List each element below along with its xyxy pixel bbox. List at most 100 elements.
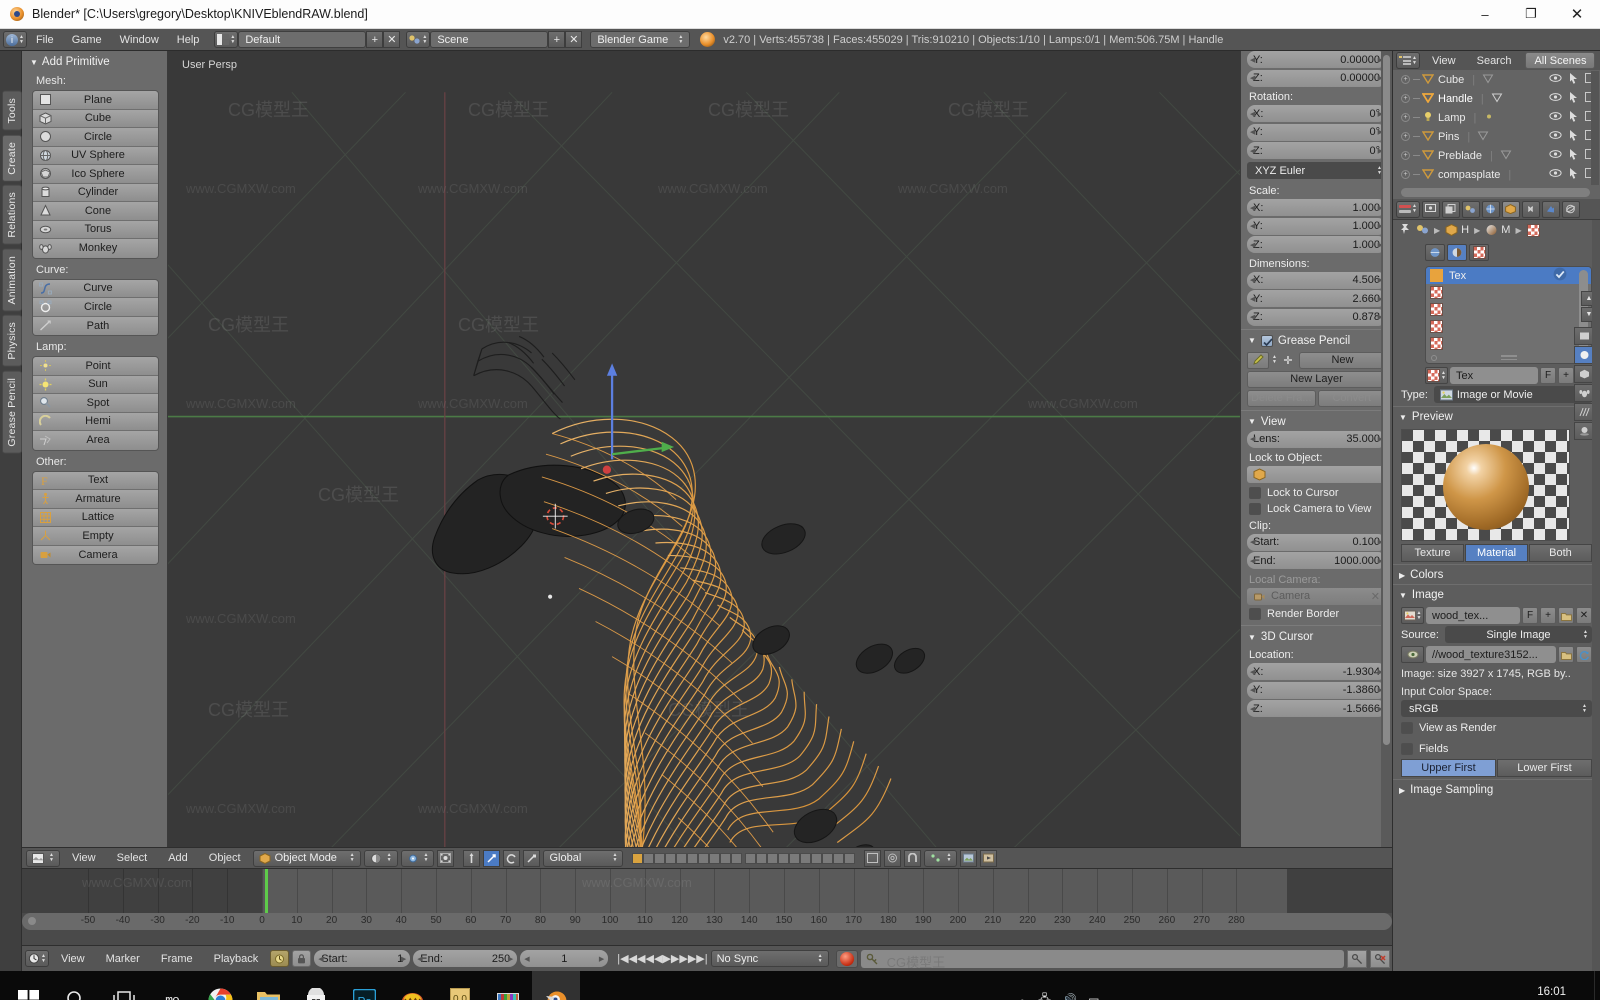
render-border-row[interactable]: Render Border bbox=[1241, 606, 1392, 622]
auto-keyframe-button[interactable] bbox=[835, 949, 858, 968]
tab-world[interactable] bbox=[1481, 200, 1500, 218]
decrement-arrow-icon[interactable]: ◀ bbox=[1250, 276, 1255, 284]
add-uv-sphere-button[interactable]: UV Sphere bbox=[33, 146, 158, 165]
lock-to-cursor-row[interactable]: Lock to Cursor bbox=[1241, 485, 1392, 501]
outliner-view-menu[interactable]: View bbox=[1423, 55, 1465, 67]
pencil-icon[interactable] bbox=[1247, 351, 1269, 369]
new-image-button[interactable]: + bbox=[1540, 607, 1556, 624]
texture-browse-icon[interactable]: ▲ ▼ bbox=[1425, 367, 1448, 384]
colors-section-header[interactable]: ▶ Colors bbox=[1393, 564, 1600, 584]
image-name-field[interactable]: wood_tex... bbox=[1426, 607, 1520, 624]
decrement-arrow-icon[interactable]: ◀ bbox=[1250, 241, 1255, 249]
add-cylinder-button[interactable]: Cylinder bbox=[33, 183, 158, 202]
editor-type-selector-outliner[interactable]: ▲ ▼ bbox=[1396, 52, 1420, 69]
cursor-select-icon[interactable] bbox=[1569, 91, 1578, 106]
layer-button[interactable] bbox=[709, 852, 721, 864]
eye-icon[interactable] bbox=[1549, 92, 1562, 105]
view-as-render-row[interactable]: View as Render bbox=[1393, 720, 1600, 736]
screen-layout-field[interactable]: Default bbox=[238, 31, 367, 48]
increment-arrow-icon[interactable]: ▶ bbox=[401, 955, 406, 963]
outliner-vertical-scrollbar[interactable] bbox=[1591, 71, 1599, 185]
location-z-field[interactable]: ◀ Z: 0.00000 ▶ bbox=[1247, 69, 1386, 87]
outliner-display-mode[interactable]: All Scenes bbox=[1525, 52, 1596, 69]
editor-type-selector-timeline[interactable]: ▲ ▼ bbox=[25, 950, 49, 967]
fields-checkbox[interactable] bbox=[1401, 743, 1413, 755]
add-camera-button[interactable]: Camera bbox=[33, 545, 158, 564]
expand-icon[interactable]: + bbox=[1401, 151, 1410, 160]
manipulator-toggle-icon[interactable] bbox=[463, 849, 481, 867]
expand-icon[interactable]: + bbox=[1401, 132, 1410, 141]
expand-icon[interactable]: + bbox=[1401, 113, 1410, 122]
decrement-arrow-icon[interactable]: ◀ bbox=[1250, 128, 1255, 136]
scene-icon[interactable] bbox=[1416, 223, 1429, 238]
decrement-arrow-icon[interactable]: ◀ bbox=[1250, 435, 1255, 443]
add-lattice-button[interactable]: Lattice bbox=[33, 508, 158, 527]
tab-modifiers[interactable] bbox=[1541, 200, 1560, 218]
layer-button[interactable] bbox=[687, 852, 699, 864]
menu-game[interactable]: Game bbox=[63, 34, 111, 46]
delete-keyframe-button[interactable] bbox=[1370, 949, 1390, 968]
chevron-updown-icon[interactable]: ▲ ▼ bbox=[1272, 355, 1277, 365]
view3d-menu-object[interactable]: Object bbox=[200, 852, 250, 864]
decrement-arrow-icon[interactable]: ◀ bbox=[1250, 110, 1255, 118]
outliner-row-handle[interactable]: + Handle | bbox=[1393, 89, 1600, 108]
layer-button[interactable] bbox=[800, 852, 812, 864]
cursor-select-icon[interactable] bbox=[1569, 72, 1578, 87]
view-as-render-checkbox[interactable] bbox=[1401, 722, 1413, 734]
cursor-z-field[interactable]: ◀ Z: -1.5666 ▶ bbox=[1247, 700, 1386, 717]
add-gp-layer-icon[interactable]: ✛ bbox=[1279, 352, 1297, 369]
increment-arrow-icon[interactable]: ▶ bbox=[508, 955, 513, 963]
maximize-button[interactable]: ❐ bbox=[1508, 0, 1554, 28]
add-area-lamp-button[interactable]: Area bbox=[33, 431, 158, 450]
cursor-select-icon[interactable] bbox=[1569, 110, 1578, 125]
add-cube-button[interactable]: Cube bbox=[33, 109, 158, 128]
manipulator-scale-icon[interactable] bbox=[523, 849, 541, 867]
browse-filepath-button[interactable] bbox=[1558, 646, 1574, 663]
decrement-arrow-icon[interactable]: ◀ bbox=[1250, 313, 1255, 321]
preview-flat-button[interactable] bbox=[1574, 327, 1594, 345]
decrement-arrow-icon[interactable]: ◀ bbox=[1250, 147, 1255, 155]
layer-button[interactable] bbox=[632, 852, 644, 864]
tab-grease-pencil[interactable]: Grease Pencil bbox=[2, 370, 22, 454]
lock-to-object-field[interactable] bbox=[1247, 466, 1386, 483]
texture-slot-row[interactable] bbox=[1426, 335, 1591, 352]
texture-checker-icon[interactable] bbox=[1526, 223, 1540, 237]
timeline-menu-playback[interactable]: Playback bbox=[205, 953, 268, 965]
clip-end-field[interactable]: ◀ End: 1000.000 ▶ bbox=[1247, 552, 1386, 569]
dimension-y-field[interactable]: ◀ Y: 2.660 ▶ bbox=[1247, 290, 1386, 307]
add-text-button[interactable]: F Text bbox=[33, 471, 158, 490]
field-order-upper-first[interactable]: Upper First bbox=[1401, 759, 1496, 777]
image-browse-icon[interactable]: ▲ ▼ bbox=[1401, 607, 1424, 624]
decrement-arrow-icon[interactable]: ◀ bbox=[1250, 538, 1255, 546]
snap-magnet-icon[interactable] bbox=[904, 849, 922, 867]
show-hidden-icons-button[interactable]: ︿ bbox=[992, 992, 1004, 1000]
layer-button[interactable] bbox=[731, 852, 743, 864]
layer-button[interactable] bbox=[643, 852, 655, 864]
jump-to-start-button[interactable]: |◀◀ bbox=[617, 952, 637, 965]
expand-icon[interactable]: + bbox=[1401, 170, 1410, 179]
image-fake-user-button[interactable]: F bbox=[1522, 607, 1538, 624]
battery-icon[interactable]: ▭ bbox=[1088, 993, 1099, 1000]
add-circle-button[interactable]: Circle bbox=[33, 128, 158, 147]
frame-end-field[interactable]: ◀ End: 250 ▶ bbox=[413, 950, 518, 967]
tab-object[interactable] bbox=[1501, 200, 1520, 218]
texture-slot-row-active[interactable]: Tex bbox=[1426, 267, 1591, 284]
scale-x-field[interactable]: ◀ X: 1.000 ▶ bbox=[1247, 199, 1386, 216]
texture-context-material[interactable] bbox=[1447, 244, 1467, 261]
tab-tools[interactable]: Tools bbox=[2, 91, 22, 131]
cursor-select-icon[interactable] bbox=[1569, 167, 1578, 182]
cursor-select-icon[interactable] bbox=[1569, 129, 1578, 144]
tab-constraints[interactable] bbox=[1521, 200, 1540, 218]
preview-hair-button[interactable] bbox=[1574, 403, 1594, 421]
location-y-field[interactable]: ◀ Y: 0.00000 ▶ bbox=[1247, 51, 1386, 68]
list-filter-icon[interactable] bbox=[1431, 355, 1437, 361]
texture-slot-row[interactable] bbox=[1426, 301, 1591, 318]
tab-create[interactable]: Create bbox=[2, 134, 22, 182]
3d-cursor-panel-header[interactable]: ▼ 3D Cursor bbox=[1241, 625, 1392, 646]
input-color-space-dropdown[interactable]: sRGB ▲ ▼ bbox=[1401, 700, 1592, 717]
decrement-arrow-icon[interactable]: ◀ bbox=[1250, 295, 1255, 303]
decrement-arrow-icon[interactable]: ◀ bbox=[1250, 222, 1255, 230]
expand-icon[interactable]: + bbox=[1401, 75, 1410, 84]
unlink-image-button[interactable]: ✕ bbox=[1576, 607, 1592, 624]
layer-button[interactable] bbox=[756, 852, 768, 864]
